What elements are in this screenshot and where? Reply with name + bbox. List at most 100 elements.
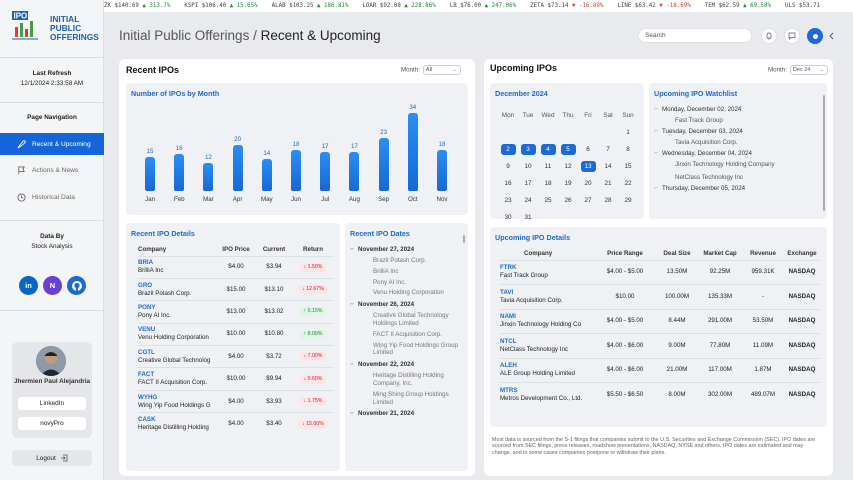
calendar-day[interactable]: 8	[618, 144, 638, 155]
watch-date-header[interactable]: − Thursday, December 05, 2024	[654, 184, 819, 193]
table-row[interactable]: PONY Pony AI Inc. $13.00 $13.02 ↑ 0.15%	[138, 300, 334, 324]
calendar-day[interactable]: 9	[498, 161, 518, 172]
calendar-day[interactable]: 2	[498, 144, 518, 155]
date-group-header[interactable]: − November 21, 2024	[350, 409, 460, 418]
novypro-icon[interactable]: N	[43, 276, 62, 295]
calendar-day[interactable]: 23	[498, 195, 518, 206]
nav-historical-data[interactable]: Historical Data	[0, 186, 104, 208]
chart-bar[interactable]	[145, 156, 155, 191]
calendar-day[interactable]: 5	[558, 144, 578, 155]
theme-toggle-icon[interactable]	[807, 28, 823, 44]
ticker-symbol[interactable]: VENU	[138, 326, 216, 334]
chart-bar[interactable]	[437, 149, 447, 191]
ticker-symbol[interactable]: NTCL	[500, 338, 594, 346]
chart-bar[interactable]	[320, 152, 331, 191]
table-row[interactable]: FACT FACT II Acquisition Corp. $10.00 $9.94…	[138, 367, 334, 391]
recent-month-filter: Month: All ⌄	[401, 65, 461, 75]
chart-bar[interactable]	[378, 138, 389, 191]
logout-button[interactable]: Logout	[12, 450, 92, 466]
ticker-symbol[interactable]: GRO	[138, 282, 216, 290]
calendar-day[interactable]: 15	[618, 161, 638, 172]
bell-icon[interactable]	[761, 28, 777, 44]
table-row[interactable]: CGTL Creative Global Technolog $4.00 $3.72 ↓…	[138, 345, 334, 368]
calendar-day[interactable]: 4	[538, 144, 558, 155]
calendar-day[interactable]: 26	[558, 195, 578, 206]
search-input[interactable]: Search	[638, 28, 752, 43]
table-row[interactable]: FTRK Fast Track Group $4.00 - $5.00 13.50M 9…	[500, 259, 820, 285]
calendar-day[interactable]: 7	[598, 144, 618, 155]
calendar-day[interactable]: 16	[498, 178, 518, 189]
exchange-cell: NASDAQ	[784, 382, 820, 407]
calendar-day[interactable]: 19	[558, 178, 578, 189]
watch-date-header[interactable]: − Wednesday, December 04, 2024	[654, 149, 819, 158]
breadcrumb-prefix: Initial Public Offerings /	[119, 28, 261, 43]
calendar-day[interactable]: 14	[598, 161, 618, 172]
chart-bar[interactable]	[232, 145, 243, 191]
table-row[interactable]: BRIA BrilliA Inc $4.00 $3.94 ↓ 1.50%	[138, 255, 334, 279]
table-row[interactable]: ALEH ALE Group Holding Limited $4.00 - $6.…	[500, 357, 820, 383]
calendar-day[interactable]: 20	[578, 178, 598, 189]
table-row[interactable]: WYHG Wing Yip Food Holdings G $4.00 $3.93 ↓ …	[138, 389, 334, 413]
ticker-symbol[interactable]: BRIA	[138, 259, 216, 267]
date-group-header[interactable]: − November 27, 2024	[350, 245, 460, 254]
github-icon[interactable]	[67, 276, 86, 295]
calendar-day[interactable]: 10	[518, 161, 538, 172]
calendar-day[interactable]: 12	[558, 161, 578, 172]
table-row[interactable]: TAVI Tavia Acquisition Corp. $10.00 100.00M…	[500, 284, 820, 309]
ticker-symbol[interactable]: FACT	[138, 371, 216, 379]
calendar-day[interactable]: 25	[538, 195, 558, 206]
linkedin-button[interactable]: LinkedIn	[18, 397, 86, 410]
chart-bar[interactable]	[203, 163, 214, 191]
ticker-symbol[interactable]: PONY	[138, 304, 216, 312]
calendar-day[interactable]: 31	[518, 212, 538, 223]
ticker-symbol[interactable]: CASK	[138, 416, 216, 424]
chart-bar[interactable]	[349, 152, 360, 191]
watch-date-header[interactable]: − Monday, December 02, 2024	[654, 105, 819, 114]
calendar-day[interactable]: 17	[518, 178, 538, 189]
calendar-day[interactable]: 6	[578, 144, 598, 155]
calendar-day[interactable]: 29	[618, 195, 638, 206]
table-row[interactable]: GRO Brazil Potash Corp. $15.00 $13.10 ↓ 12.6…	[138, 277, 334, 301]
calendar-day[interactable]: 28	[598, 195, 618, 206]
calendar-day[interactable]: 30	[498, 212, 518, 223]
message-icon[interactable]	[784, 28, 800, 44]
chart-bar[interactable]	[261, 158, 272, 191]
date-group-header[interactable]: − November 22, 2024	[350, 360, 460, 369]
ticker-symbol[interactable]: FTRK	[500, 264, 594, 272]
scrollbar[interactable]	[823, 95, 825, 211]
scrollbar[interactable]	[463, 235, 465, 243]
recent-month-select[interactable]: All ⌄	[422, 65, 461, 75]
table-row[interactable]: MTRS Metros Development Co., Ltd. $5.50 - …	[500, 382, 820, 407]
chevron-left-icon[interactable]	[824, 28, 840, 44]
calendar-day[interactable]: 21	[598, 178, 618, 189]
ticker-symbol[interactable]: TAVI	[500, 289, 594, 297]
calendar-day[interactable]: 11	[538, 161, 558, 172]
calendar-day[interactable]: 27	[578, 195, 598, 206]
calendar-day[interactable]: 13	[578, 161, 598, 172]
ticker-symbol[interactable]: WYHG	[138, 394, 216, 402]
table-row[interactable]: NTCL NetClass Technology Inc $4.00 - $6.00…	[500, 333, 820, 358]
chart-bar[interactable]	[407, 113, 418, 191]
watch-date-header[interactable]: − Tuesday, December 03, 2024	[654, 127, 819, 136]
chart-bar[interactable]	[291, 149, 301, 191]
ticker-symbol[interactable]: CGTL	[138, 349, 216, 357]
ticker-symbol[interactable]: NAMI	[500, 313, 594, 321]
nav-actions-news[interactable]: Actions & News	[0, 159, 104, 181]
calendar-day[interactable]: 18	[538, 178, 558, 189]
ticker-symbol[interactable]: MTRS	[500, 387, 594, 395]
calendar-day[interactable]: 24	[518, 195, 538, 206]
deal-size-cell: 21.00M	[656, 357, 698, 383]
calendar-day[interactable]: 22	[618, 178, 638, 189]
upcoming-month-select[interactable]: Dec 24 ⌄	[789, 65, 828, 75]
calendar-day[interactable]: 3	[518, 144, 538, 155]
nav-recent-upcoming[interactable]: Recent & Upcoming	[0, 133, 104, 155]
table-row[interactable]: NAMI Jinxin Technology Holding Co $4.00 - …	[500, 308, 820, 334]
table-row[interactable]: VENU Venu Holding Corporation $10.00 $10.80…	[138, 322, 334, 346]
calendar-day[interactable]: 1	[618, 127, 638, 138]
date-group-header[interactable]: − November 26, 2024	[350, 300, 460, 309]
table-row[interactable]: CASK Heritage Distilling Holding $4.00 $3.4…	[138, 412, 334, 436]
novypro-button[interactable]: novyPro	[18, 417, 86, 430]
ticker-symbol[interactable]: ALEH	[500, 362, 594, 370]
linkedin-icon[interactable]: in	[19, 276, 38, 295]
chart-bar[interactable]	[174, 154, 185, 191]
